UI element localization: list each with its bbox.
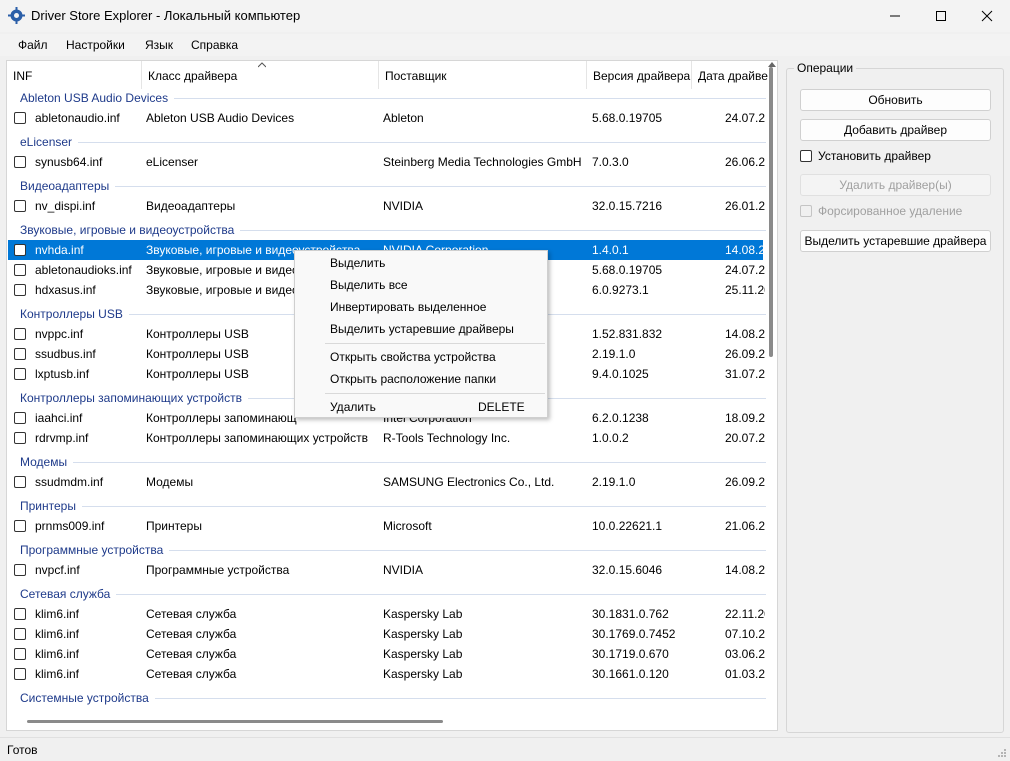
ctx-open-folder[interactable]: Открыть расположение папки bbox=[330, 369, 540, 389]
ctx-separator bbox=[325, 393, 545, 394]
group-header[interactable]: Принтеры bbox=[20, 496, 766, 516]
row-checkbox[interactable] bbox=[14, 368, 26, 380]
add-driver-button[interactable]: Добавить драйвер bbox=[800, 119, 991, 141]
ctx-delete-shortcut: DELETE bbox=[478, 400, 525, 414]
menu-bar: Файл Настройки Язык Справка bbox=[0, 34, 1010, 56]
group-header[interactable]: Модемы bbox=[20, 452, 766, 472]
row-checkbox[interactable] bbox=[14, 476, 26, 488]
context-menu: Выделить Выделить все Инвертировать выде… bbox=[294, 250, 548, 418]
horizontal-scrollbar[interactable] bbox=[27, 720, 443, 723]
minimize-icon bbox=[890, 15, 900, 17]
ctx-invert-selection[interactable]: Инвертировать выделенное bbox=[330, 297, 540, 317]
row-checkbox[interactable] bbox=[14, 520, 26, 532]
gear-icon bbox=[8, 7, 25, 24]
table-row[interactable]: nvpcf.inf Программные устройства NVIDIA 32.… bbox=[8, 560, 765, 580]
maximize-button[interactable] bbox=[918, 0, 964, 32]
column-header-inf[interactable]: INF bbox=[7, 61, 142, 89]
menu-language[interactable]: Язык bbox=[145, 38, 173, 52]
ctx-separator bbox=[325, 343, 545, 344]
row-checkbox[interactable] bbox=[14, 564, 26, 576]
table-row[interactable]: synusb64.inf eLicenser Steinberg Media Tec… bbox=[8, 152, 765, 172]
title-bar: Driver Store Explorer - Локальный компью… bbox=[0, 0, 1010, 32]
scroll-up-icon[interactable] bbox=[768, 61, 776, 67]
group-header[interactable]: Системные устройства bbox=[20, 688, 766, 708]
row-checkbox[interactable] bbox=[14, 608, 26, 620]
table-row[interactable]: abletonaudio.inf Ableton USB Audio Device… bbox=[8, 108, 765, 128]
column-header-vendor[interactable]: Поставщик bbox=[379, 61, 587, 89]
close-icon bbox=[981, 10, 993, 22]
refresh-button[interactable]: Обновить bbox=[800, 89, 991, 111]
remove-driver-button[interactable]: Удалить драйвер(ы) bbox=[800, 174, 991, 196]
row-checkbox[interactable] bbox=[14, 328, 26, 340]
status-text: Готов bbox=[7, 743, 38, 757]
row-checkbox[interactable] bbox=[14, 112, 26, 124]
table-row[interactable]: klim6.inf Сетевая служба Kaspersky Lab 30.1… bbox=[8, 604, 765, 624]
select-old-drivers-button[interactable]: Выделить устаревшие драйвера bbox=[800, 230, 991, 252]
menu-help[interactable]: Справка bbox=[191, 38, 238, 52]
row-checkbox[interactable] bbox=[14, 244, 26, 256]
column-header-date[interactable]: Дата драйве bbox=[692, 61, 768, 89]
row-checkbox[interactable] bbox=[14, 284, 26, 296]
window-title: Driver Store Explorer - Локальный компью… bbox=[31, 8, 301, 23]
operations-title: Операции bbox=[794, 61, 857, 75]
minimize-button[interactable] bbox=[872, 0, 918, 32]
ctx-select-old[interactable]: Выделить устаревшие драйверы bbox=[330, 319, 540, 339]
group-header[interactable]: Звуковые, игровые и видеоустройства bbox=[20, 220, 766, 240]
table-row[interactable]: ssudmdm.inf Модемы SAMSUNG Electronics Co.… bbox=[8, 472, 765, 492]
ctx-select-all[interactable]: Выделить все bbox=[330, 275, 540, 295]
status-bar: Готов bbox=[0, 737, 1010, 761]
table-row[interactable]: nv_dispi.inf Видеоадаптеры NVIDIA 32.0.15.7… bbox=[8, 196, 765, 216]
row-checkbox[interactable] bbox=[14, 348, 26, 360]
row-checkbox[interactable] bbox=[14, 412, 26, 424]
menu-file[interactable]: Файл bbox=[18, 38, 48, 52]
vertical-scrollbar[interactable] bbox=[769, 67, 773, 357]
maximize-icon bbox=[936, 11, 946, 21]
row-checkbox[interactable] bbox=[14, 628, 26, 640]
operations-panel bbox=[786, 68, 1004, 733]
table-row[interactable]: rdrvmp.inf Контроллеры запоминающих устро… bbox=[8, 428, 765, 448]
group-header[interactable]: eLicenser bbox=[20, 132, 766, 152]
group-header[interactable]: Ableton USB Audio Devices bbox=[20, 88, 766, 108]
column-header-version[interactable]: Версия драйвера bbox=[587, 61, 692, 89]
ctx-delete[interactable]: Удалить DELETE bbox=[330, 397, 540, 417]
ctx-open-properties[interactable]: Открыть свойства устройства bbox=[330, 347, 540, 367]
menu-settings[interactable]: Настройки bbox=[66, 38, 125, 52]
install-driver-checkbox[interactable]: Установить драйвер bbox=[800, 149, 990, 165]
group-header[interactable]: Программные устройства bbox=[20, 540, 766, 560]
close-button[interactable] bbox=[964, 0, 1010, 32]
row-checkbox[interactable] bbox=[14, 648, 26, 660]
force-remove-checkbox[interactable]: Форсированное удаление bbox=[800, 204, 990, 220]
row-checkbox[interactable] bbox=[14, 432, 26, 444]
sort-ascending-icon bbox=[258, 62, 266, 68]
group-header[interactable]: Сетевая служба bbox=[20, 584, 766, 604]
row-checkbox[interactable] bbox=[14, 156, 26, 168]
row-checkbox[interactable] bbox=[14, 200, 26, 212]
row-checkbox[interactable] bbox=[14, 264, 26, 276]
group-header[interactable]: Видеоадаптеры bbox=[20, 176, 766, 196]
table-row[interactable]: prnms009.inf Принтеры Microsoft 10.0.22621.… bbox=[8, 516, 765, 536]
ctx-select[interactable]: Выделить bbox=[330, 253, 540, 273]
resize-grip-icon[interactable] bbox=[997, 748, 1007, 758]
table-row[interactable]: klim6.inf Сетевая служба Kaspersky Lab 30.1… bbox=[8, 624, 765, 644]
table-row[interactable]: klim6.inf Сетевая служба Kaspersky Lab 30.1… bbox=[8, 664, 765, 684]
table-row[interactable]: klim6.inf Сетевая служба Kaspersky Lab 30.1… bbox=[8, 644, 765, 664]
row-checkbox[interactable] bbox=[14, 668, 26, 680]
